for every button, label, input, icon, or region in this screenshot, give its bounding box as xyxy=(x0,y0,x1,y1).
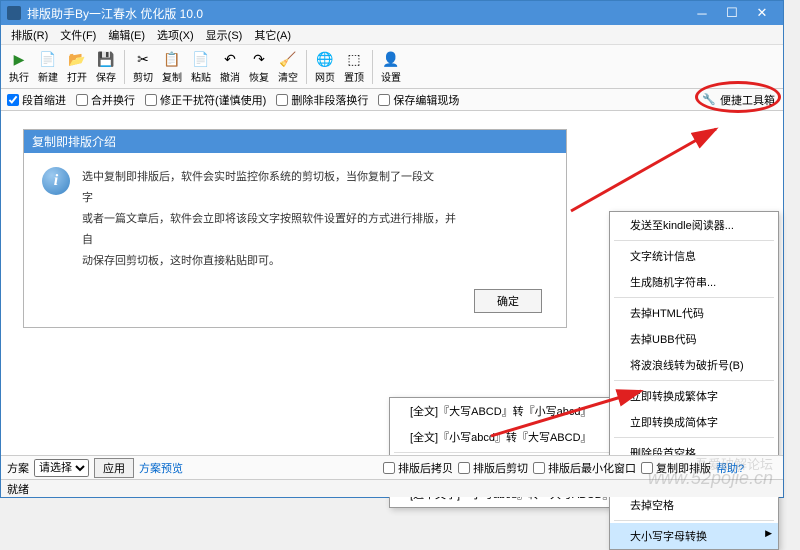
status-text: 就绪 xyxy=(7,484,29,496)
footer-bar: 方案 请选择 应用 方案预览 排版后拷贝 排版后剪切 排版后最小化窗口 复制即排… xyxy=(1,455,783,479)
menu-item[interactable]: 排版(R) xyxy=(5,25,54,45)
menu-item[interactable]: 显示(S) xyxy=(200,25,249,45)
toolbar-打开[interactable]: 📂打开 xyxy=(63,47,91,86)
menu-item[interactable]: 选项(X) xyxy=(151,25,200,45)
submenu-item[interactable]: 去掉HTML代码 xyxy=(610,300,778,326)
清空-icon: 🧹 xyxy=(278,49,298,69)
toolbar-执行[interactable]: ▶执行 xyxy=(5,47,33,86)
chevron-right-icon: ▶ xyxy=(765,528,772,539)
menu-item[interactable]: 其它(A) xyxy=(248,25,297,45)
submenu-item[interactable]: 立即转换成简体字 xyxy=(610,409,778,435)
titlebar: 排版助手By一江春水 优化版 10.0 ─ ☐ ✕ xyxy=(1,1,783,25)
toolbar-撤消[interactable]: ↶撤消 xyxy=(216,47,244,86)
toolbar-separator xyxy=(124,50,125,84)
复制-icon: 📋 xyxy=(162,49,182,69)
content-area: 复制即排版介绍 i 选中复制即排版后，软件会实时监控你系统的剪切板，当你复制了一… xyxy=(1,111,783,471)
toolbar-设置[interactable]: 👤设置 xyxy=(377,47,405,86)
剪切-icon: ✂ xyxy=(133,49,153,69)
app-icon xyxy=(7,6,21,20)
toolbar-恢复[interactable]: ↷恢复 xyxy=(245,47,273,86)
submenu-item[interactable]: 生成随机字符串... xyxy=(610,269,778,295)
dialog-text: 选中复制即排版后，软件会实时监控你系统的剪切板，当你复制了一段文 字 或者一篇文… xyxy=(82,167,456,271)
submenu-item[interactable]: 文字统计信息 xyxy=(610,243,778,269)
toolbar-separator xyxy=(372,50,373,84)
option-段首缩进[interactable]: 段首缩进 xyxy=(7,92,66,108)
options-bar: 段首缩进合并换行修正干扰符(谨慎使用) 删除非段落换行保存编辑现场 🔧 便捷工具箱 xyxy=(1,89,783,111)
maximize-button[interactable]: ☐ xyxy=(717,3,747,23)
info-icon: i xyxy=(42,167,70,195)
footer-chk-cut[interactable]: 排版后剪切 xyxy=(458,460,528,476)
submenu-item[interactable]: 立即转换成繁体字 xyxy=(610,383,778,409)
option-保存编辑现场[interactable]: 保存编辑现场 xyxy=(378,92,459,108)
撤消-icon: ↶ xyxy=(220,49,240,69)
dialog-title: 复制即排版介绍 xyxy=(24,130,566,153)
submenu-item[interactable]: 大小写字母转换▶ xyxy=(610,523,778,549)
footer-chk-copyformat[interactable]: 复制即排版 xyxy=(641,460,711,476)
close-button[interactable]: ✕ xyxy=(747,3,777,23)
preview-link[interactable]: 方案预览 xyxy=(139,460,183,476)
footer-chk-min[interactable]: 排版后最小化窗口 xyxy=(533,460,636,476)
toolbar-剪切[interactable]: ✂剪切 xyxy=(129,47,157,86)
menu-item[interactable]: 编辑(E) xyxy=(102,25,151,45)
toolbox-button[interactable]: 🔧 便捷工具箱 xyxy=(702,92,775,108)
footer-chk-copy[interactable]: 排版后拷贝 xyxy=(383,460,453,476)
置顶-icon: ⬚ xyxy=(344,49,364,69)
toolbar-复制[interactable]: 📋复制 xyxy=(158,47,186,86)
保存-icon: 💾 xyxy=(96,49,116,69)
menu-item[interactable]: 文件(F) xyxy=(54,25,102,45)
toolbar-新建[interactable]: 📄新建 xyxy=(34,47,62,86)
toolbar-置顶[interactable]: ⬚置顶 xyxy=(340,47,368,86)
intro-dialog: 复制即排版介绍 i 选中复制即排版后，软件会实时监控你系统的剪切板，当你复制了一… xyxy=(23,129,567,328)
submenu-toolbox: 发送至kindle阅读器... 文字统计信息生成随机字符串... 去掉HTML代码去… xyxy=(609,211,779,550)
statusbar: 就绪 xyxy=(1,479,783,497)
submenu-item[interactable]: 将波浪线转为破折号(B) xyxy=(610,352,778,378)
ok-button[interactable]: 确定 xyxy=(474,289,542,313)
option-合并换行[interactable]: 合并换行 xyxy=(76,92,135,108)
minimize-button[interactable]: ─ xyxy=(687,3,717,23)
submenu-item[interactable]: 去掉UBB代码 xyxy=(610,326,778,352)
app-window: 排版助手By一江春水 优化版 10.0 ─ ☐ ✕ 排版(R)文件(F)编辑(E… xyxy=(0,0,784,498)
恢复-icon: ↷ xyxy=(249,49,269,69)
submenu-item[interactable]: [全文]『小写abcd』转『大写ABCD』 xyxy=(390,424,622,450)
执行-icon: ▶ xyxy=(9,49,29,69)
toolbar-separator xyxy=(306,50,307,84)
新建-icon: 📄 xyxy=(38,49,58,69)
submenu-item[interactable]: [全文]『大写ABCD』转『小写abcd』 xyxy=(390,398,622,424)
submenu-item[interactable]: 发送至kindle阅读器... xyxy=(610,212,778,238)
option-删除非段落换行[interactable]: 删除非段落换行 xyxy=(276,92,368,108)
wrench-icon: 🔧 xyxy=(702,93,716,106)
annotation-arrow-1 xyxy=(561,121,741,221)
menubar: 排版(R)文件(F)编辑(E)选项(X)显示(S)其它(A) xyxy=(1,25,783,45)
toolbar: ▶执行📄新建📂打开💾保存 ✂剪切📋复制📄粘贴↶撤消↷恢复🧹清空 🌐网页⬚置顶 👤设置 xyxy=(1,45,783,89)
toolbar-保存[interactable]: 💾保存 xyxy=(92,47,120,86)
window-title: 排版助手By一江春水 优化版 10.0 xyxy=(27,5,687,22)
toolbar-网页[interactable]: 🌐网页 xyxy=(311,47,339,86)
toolbar-清空[interactable]: 🧹清空 xyxy=(274,47,302,86)
option-修正干扰符(谨慎使用)[interactable]: 修正干扰符(谨慎使用) xyxy=(145,92,266,108)
打开-icon: 📂 xyxy=(67,49,87,69)
scheme-select[interactable]: 请选择 xyxy=(34,459,89,477)
toolbar-粘贴[interactable]: 📄粘贴 xyxy=(187,47,215,86)
粘贴-icon: 📄 xyxy=(191,49,211,69)
scheme-label: 方案 xyxy=(7,460,29,476)
网页-icon: 🌐 xyxy=(315,49,335,69)
toolbox-label: 便捷工具箱 xyxy=(720,92,775,108)
apply-button[interactable]: 应用 xyxy=(94,458,134,478)
help-link[interactable]: 帮助? xyxy=(716,460,744,476)
设置-icon: 👤 xyxy=(381,49,401,69)
